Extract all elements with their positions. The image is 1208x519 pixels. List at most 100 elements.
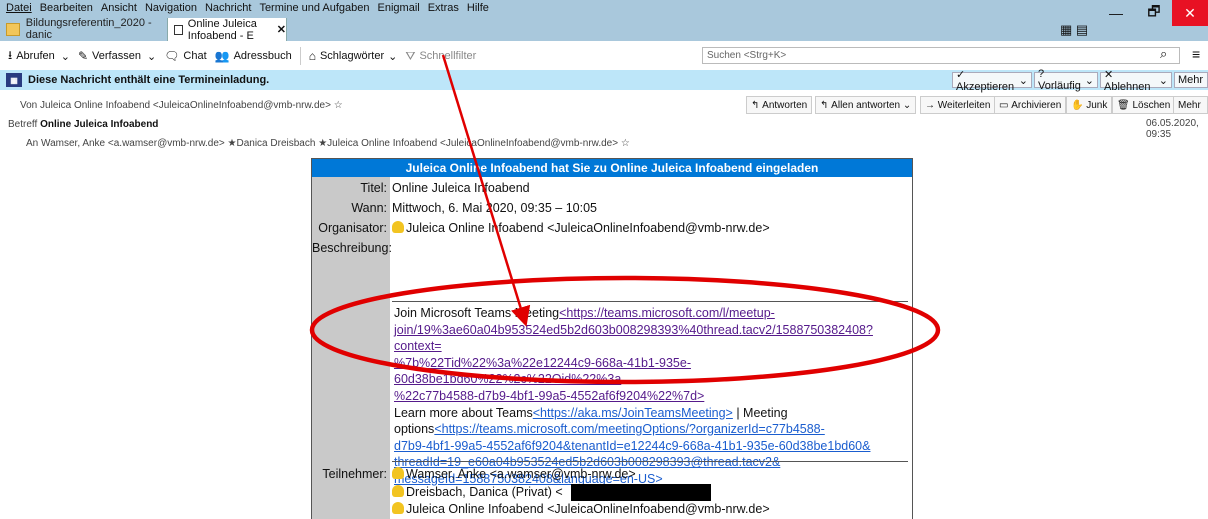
attendee-3[interactable]: Juleica Online Infoabend <JuleicaOnlineI… [406,502,770,516]
tab-close-icon[interactable]: ✕ [277,23,286,36]
reply-button[interactable]: ↰ Antworten [746,96,813,114]
when-label: Wann: [312,201,390,215]
tags-button[interactable]: ⌂ Schlagwörter ⌄ [309,49,398,63]
menu-datei[interactable]: Datei [6,2,32,14]
tab-folder-label: Bildungsreferentin_2020 - danic [25,17,152,41]
contacts-icon: 👥 [214,49,230,63]
more-actions-button[interactable]: Mehr [1173,96,1208,114]
chevron-down-icon[interactable]: ⌄ [147,50,156,63]
join-link[interactable]: <https://teams.microsoft.com/l/meetup- [559,306,775,320]
close-window-button[interactable]: ✕ [1172,0,1208,26]
calendar-icon: ▦ [6,73,22,87]
search-icon[interactable]: ⌕ [1160,46,1167,62]
attendee-row-3: Juleica Online Infoabend <JuleicaOnlineI… [390,502,770,516]
junk-label: Junk [1086,99,1108,111]
menu-termine[interactable]: Termine und Aufgaben [259,2,369,14]
divider [392,301,908,302]
chat-button[interactable]: 🗨 Chat [164,49,206,63]
more-actions-label: Mehr [1178,99,1201,111]
organizer-value[interactable]: Juleica Online Infoabend <JuleicaOnlineI… [406,221,770,235]
join-link-line-4[interactable]: %22c77b4588-d7b9-4bf1-99a5-4552af6f9204%… [394,388,910,405]
decline-button[interactable]: ✕ Ablehnen ⌄ [1100,69,1172,93]
hamburger-menu-icon[interactable]: ≡ [1192,46,1200,62]
options-text: options [394,422,435,437]
menu-extras[interactable]: Extras [428,2,459,14]
subject-label: Betreff [8,119,38,130]
menu-enigmail[interactable]: Enigmail [378,2,420,14]
menu-bar: Datei Bearbeiten Ansicht Navigation Nach… [0,0,1208,16]
chat-label: Chat [183,50,207,62]
archive-button[interactable]: ▭ Archivieren [994,96,1067,114]
message-date: 06.05.2020, 09:35 [1146,118,1199,140]
maximize-button[interactable]: 🗗 [1136,0,1172,26]
chevron-down-icon[interactable]: ⌄ [61,50,70,63]
tentative-button[interactable]: ? Vorläufig ⌄ [1034,68,1098,92]
tab-folder[interactable]: Bildungsreferentin_2020 - danic [0,17,166,41]
menu-navigation[interactable]: Navigation [145,2,197,14]
more-invite-button[interactable]: Mehr [1174,72,1208,88]
to-row: An Wamser, Anke <a.wamser@vmb-nrw.de> ★D… [26,138,630,149]
options-link[interactable]: <https://teams.microsoft.com/meetingOpti… [434,422,824,436]
to-label: An [26,138,39,149]
addressbook-button[interactable]: 👥 Adressbuch [215,49,292,63]
attendee-row-2: Dreisbach, Danica (Privat) < [390,484,711,501]
archive-label: Archivieren [1011,99,1062,111]
subject-value: Online Juleica Infoabend [40,119,159,130]
when-row: Wann: Mittwoch, 6. Mai 2020, 09:35 – 10:… [312,201,597,215]
learn-link[interactable]: <https://aka.ms/JoinTeamsMeeting> [533,406,733,420]
attendee-2[interactable]: Dreisbach, Danica (Privat) < [406,485,563,499]
tab-message[interactable]: Online Juleica Infoabend - E ✕ [167,18,287,42]
to-value[interactable]: Wamser, Anke <a.wamser@vmb-nrw.de> ★Dani… [41,138,618,149]
attendees-row: Teilnehmer: Wamser, Anke <a.wamser@vmb-n… [312,467,636,481]
calendar-tasks-icons[interactable]: ▦ ▤ [1060,22,1088,38]
forward-label: Weiterleiten [937,99,991,111]
junk-button[interactable]: ✋ Junk [1066,96,1113,114]
options-link-line-2[interactable]: d7b9-4bf1-99a5-4552af6f9204&tenantId=e12… [394,438,910,455]
delete-button[interactable]: 🗑 Löschen [1112,96,1176,114]
invitation-card: Juleica Online Infoabend hat Sie zu Onli… [311,158,913,519]
menu-ansicht[interactable]: Ansicht [101,2,137,14]
invitation-heading: Juleica Online Infoabend hat Sie zu Onli… [312,159,912,177]
search-input[interactable]: Suchen <Strg+K> [702,47,1180,64]
forward-button[interactable]: → Weiterleiten [920,96,996,114]
adressbuch-label: Adressbuch [233,50,292,62]
get-messages-button[interactable]: ⭳ Abrufen ⌄ [8,46,70,67]
accept-button[interactable]: ✓ Akzeptieren ⌄ [952,69,1032,93]
menu-hilfe[interactable]: Hilfe [467,2,489,14]
tag-icon: ⌂ [308,49,316,63]
chat-icon: 🗨 [164,49,180,63]
from-value[interactable]: Juleica Online Infoabend <JuleicaOnlineI… [40,100,331,111]
abrufen-label: Abrufen [16,50,55,62]
menu-nachricht[interactable]: Nachricht [205,2,251,14]
more-invite-label: Mehr [1178,74,1204,86]
title-value: Online Juleica Infoabend [392,181,530,195]
organizer-label: Organisator: [312,221,390,235]
download-icon: ⭳ [8,47,13,62]
accept-label: ✓ Akzeptieren [956,68,1015,93]
person-icon [392,467,404,479]
divider [392,461,908,462]
organizer-row: Organisator: Juleica Online Infoabend <J… [312,221,770,235]
attendee-1[interactable]: Wamser, Anke <a.wamser@vmb-nrw.de> [406,467,636,481]
person-icon [392,484,404,497]
learn-text: Learn more about Teams [394,405,533,420]
title-label: Titel: [312,181,390,195]
menu-bearbeiten[interactable]: Bearbeiten [40,2,93,14]
person-icon [392,221,404,233]
join-link-line-2[interactable]: join/19%3ae60a04b953524ed5b2d603b0082983… [394,322,910,355]
from-label: Von [20,100,38,111]
chevron-down-icon: ⌄ [388,50,398,63]
minimize-button[interactable]: — [1098,0,1134,26]
folder-icon [6,22,20,36]
description-label: Beschreibung: [312,241,392,255]
join-link-line-3[interactable]: %7b%22Tid%22%3a%22e12244c9-668a-41b1-935… [394,355,910,388]
delete-label: Löschen [1132,99,1171,111]
quickfilter-button[interactable]: ⛛ Schnellfilter [405,49,476,64]
compose-button[interactable]: ✎ Verfassen ⌄ [78,49,156,63]
reply-all-label: Allen antworten [831,99,901,111]
redaction-block [570,484,711,501]
reply-all-button[interactable]: ↰ Allen antworten ⌄ [815,96,917,114]
invitation-bar: ▦ Diese Nachricht enthält eine Terminein… [0,68,1208,93]
description-row: Beschreibung: [312,241,392,255]
pencil-icon: ✎ [77,49,89,63]
